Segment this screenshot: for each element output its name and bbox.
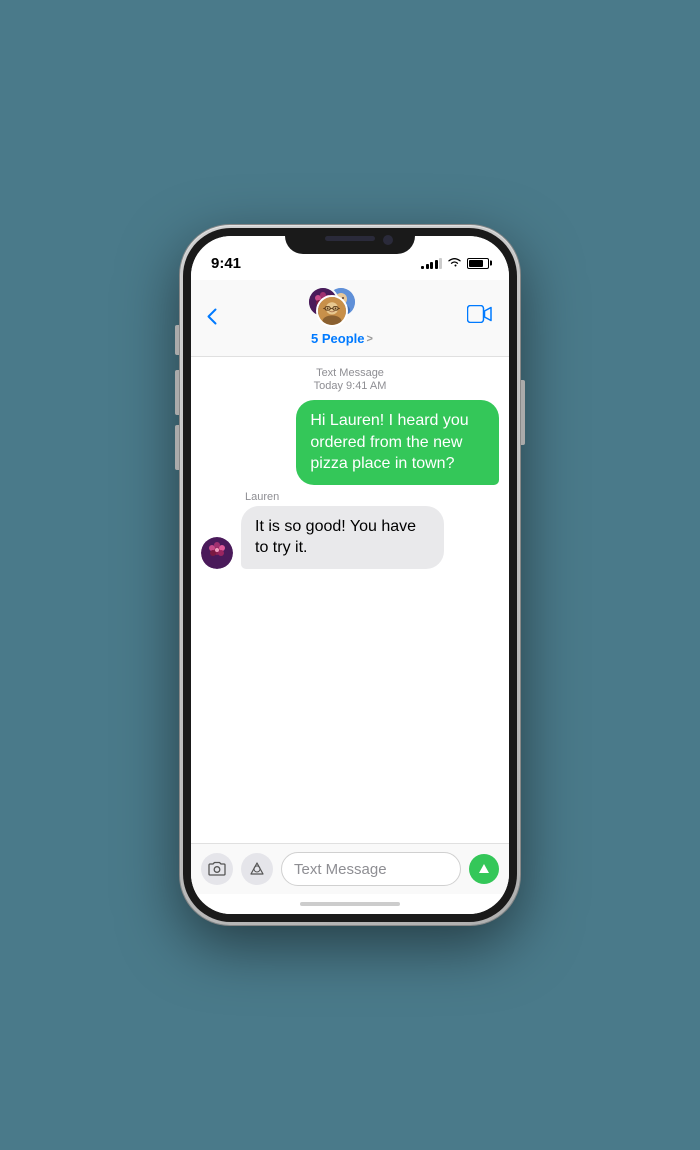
nav-header: 5 People > <box>191 280 509 357</box>
status-icons <box>421 256 489 271</box>
phone-body: 9:41 <box>183 228 517 922</box>
sent-bubble: Hi Lauren! I heard you ordered from the … <box>296 400 499 485</box>
mute-button <box>175 325 179 355</box>
message-row: It is so good! You have to try it. <box>191 506 509 569</box>
message-metadata: Text Message Today 9:41 AM <box>191 367 509 392</box>
signal-icon <box>421 257 442 269</box>
messages-area: Text Message Today 9:41 AM Hi Lauren! I … <box>191 357 509 843</box>
app-store-button[interactable] <box>241 853 273 885</box>
message-row: Hi Lauren! I heard you ordered from the … <box>191 400 509 485</box>
chevron-right-icon: > <box>367 333 373 345</box>
speaker <box>325 236 375 241</box>
received-bubble: It is so good! You have to try it. <box>241 506 444 569</box>
text-input-container[interactable]: Text Message <box>281 852 461 886</box>
screen: 9:41 <box>191 236 509 914</box>
power-button <box>521 380 525 445</box>
camera-button[interactable] <box>201 853 233 885</box>
group-name[interactable]: 5 People > <box>311 331 373 346</box>
nav-center[interactable]: 5 People > <box>217 286 467 346</box>
notch <box>285 228 415 254</box>
sender-avatar <box>201 537 233 569</box>
send-arrow-icon <box>479 864 489 873</box>
send-button[interactable] <box>469 854 499 884</box>
input-bar: Text Message <box>191 843 509 894</box>
video-call-button[interactable] <box>467 303 493 329</box>
front-camera <box>383 235 393 245</box>
wifi-icon <box>447 256 462 271</box>
battery-icon <box>467 258 489 269</box>
phone-frame: 9:41 <box>180 225 520 925</box>
text-input-placeholder: Text Message <box>294 861 387 878</box>
service-label: Text Message <box>191 367 509 379</box>
avatar-3-main <box>316 295 348 327</box>
timestamp-label: Today 9:41 AM <box>191 380 509 392</box>
home-indicator <box>191 894 509 914</box>
home-bar[interactable] <box>300 902 400 906</box>
status-time: 9:41 <box>211 255 241 272</box>
avatar-group <box>307 286 377 328</box>
volume-down-button <box>175 425 179 470</box>
volume-up-button <box>175 370 179 415</box>
back-button[interactable] <box>207 308 217 325</box>
sender-name-label: Lauren <box>235 491 509 503</box>
